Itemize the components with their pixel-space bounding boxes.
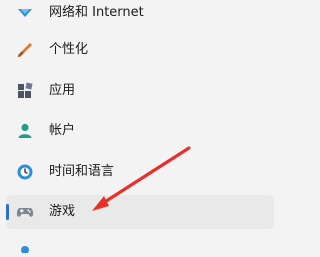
sidebar-item-personalization[interactable]: 个性化 bbox=[6, 33, 274, 67]
globe-clock-icon bbox=[16, 163, 34, 181]
accessibility-icon bbox=[16, 238, 34, 254]
settings-sidebar: 网络和 Internet 个性化 应用 帐户 时间和语言 游戏 bbox=[0, 0, 305, 254]
sidebar-item-label: 网络和 Internet bbox=[49, 5, 144, 20]
sidebar-item-apps[interactable]: 应用 bbox=[6, 74, 274, 108]
account-icon bbox=[16, 122, 34, 140]
sidebar-item-label: 个性化 bbox=[49, 42, 89, 57]
sidebar-item-label: 应用 bbox=[49, 83, 76, 98]
sidebar-item-network[interactable]: 网络和 Internet bbox=[6, 0, 274, 30]
sidebar-item-label: 游戏 bbox=[49, 204, 76, 219]
brush-icon bbox=[16, 41, 34, 59]
selection-indicator bbox=[6, 204, 9, 220]
sidebar-item-label: 帐户 bbox=[49, 123, 76, 138]
apps-icon bbox=[16, 82, 34, 100]
sidebar-item-accounts[interactable]: 帐户 bbox=[6, 114, 274, 148]
sidebar-item-time-language[interactable]: 时间和语言 bbox=[6, 155, 274, 189]
gamepad-icon bbox=[16, 203, 34, 221]
network-icon bbox=[16, 4, 34, 22]
sidebar-item-gaming[interactable]: 游戏 bbox=[6, 195, 274, 229]
sidebar-item-label: 时间和语言 bbox=[49, 164, 115, 179]
